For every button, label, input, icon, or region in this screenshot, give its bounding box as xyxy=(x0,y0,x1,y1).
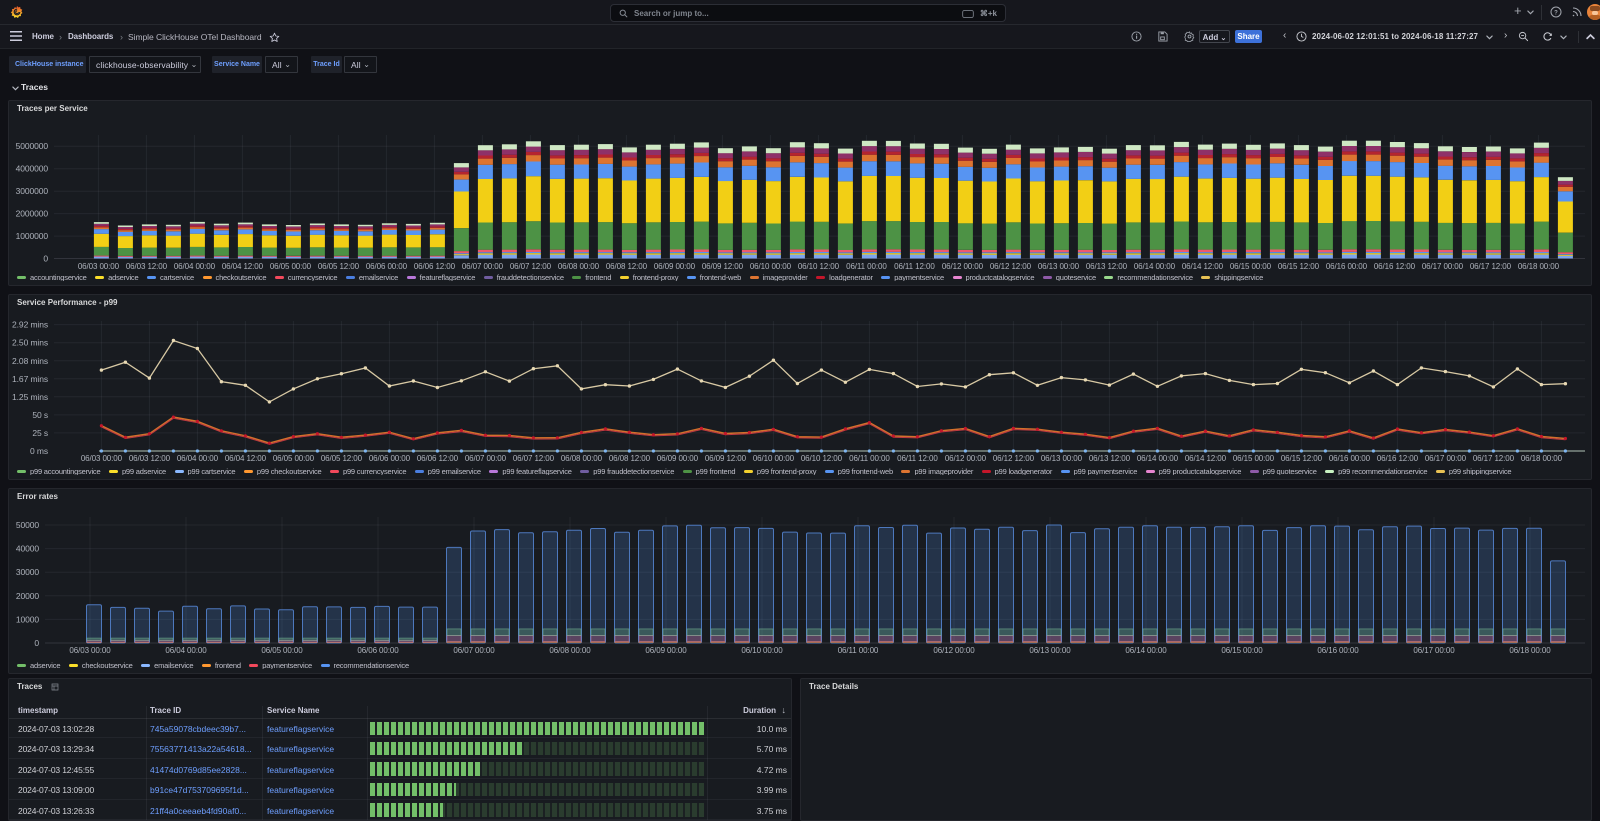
svg-text:06/10 00:00: 06/10 00:00 xyxy=(753,454,795,463)
svg-text:?: ? xyxy=(1554,10,1558,16)
svg-text:06/03 00:00: 06/03 00:00 xyxy=(69,646,111,655)
svg-text:06/12 00:00: 06/12 00:00 xyxy=(942,262,984,271)
svg-text:06/11 00:00: 06/11 00:00 xyxy=(846,262,887,271)
svg-text:06/03 12:00: 06/03 12:00 xyxy=(126,262,168,271)
svg-text:25 s: 25 s xyxy=(32,428,48,438)
svg-text:06/06 00:00: 06/06 00:00 xyxy=(366,262,408,271)
svg-text:2.50 mins: 2.50 mins xyxy=(12,338,48,348)
svg-text:0: 0 xyxy=(34,638,39,648)
svg-text:06/08 00:00: 06/08 00:00 xyxy=(561,454,603,463)
svg-text:06/04 12:00: 06/04 12:00 xyxy=(225,454,267,463)
svg-text:3000000: 3000000 xyxy=(16,186,49,196)
svg-text:30000: 30000 xyxy=(16,567,40,577)
svg-text:06/12 00:00: 06/12 00:00 xyxy=(945,454,987,463)
svg-text:10000: 10000 xyxy=(16,614,40,624)
svg-text:06/18 00:00: 06/18 00:00 xyxy=(1518,262,1560,271)
svg-text:06/04 00:00: 06/04 00:00 xyxy=(177,454,219,463)
svg-text:1.67 mins: 1.67 mins xyxy=(12,374,48,384)
svg-text:06/12 12:00: 06/12 12:00 xyxy=(993,454,1035,463)
svg-text:06/15 12:00: 06/15 12:00 xyxy=(1278,262,1320,271)
svg-text:06/08 12:00: 06/08 12:00 xyxy=(609,454,651,463)
svg-text:06/05 12:00: 06/05 12:00 xyxy=(321,454,363,463)
svg-text:06/17 00:00: 06/17 00:00 xyxy=(1413,646,1455,655)
svg-text:06/18 00:00: 06/18 00:00 xyxy=(1521,454,1563,463)
svg-text:06/03 00:00: 06/03 00:00 xyxy=(81,454,123,463)
svg-text:06/17 12:00: 06/17 12:00 xyxy=(1473,454,1515,463)
svg-text:06/04 12:00: 06/04 12:00 xyxy=(222,262,264,271)
svg-text:2000000: 2000000 xyxy=(16,209,49,219)
svg-text:06/16 00:00: 06/16 00:00 xyxy=(1329,454,1371,463)
svg-text:06/08 12:00: 06/08 12:00 xyxy=(606,262,648,271)
svg-text:06/17 00:00: 06/17 00:00 xyxy=(1422,262,1464,271)
svg-text:06/10 12:00: 06/10 12:00 xyxy=(798,262,840,271)
svg-text:06/05 00:00: 06/05 00:00 xyxy=(261,646,303,655)
svg-text:06/10 00:00: 06/10 00:00 xyxy=(750,262,792,271)
svg-text:40000: 40000 xyxy=(16,544,40,554)
svg-text:06/13 12:00: 06/13 12:00 xyxy=(1089,454,1131,463)
svg-text:06/06 12:00: 06/06 12:00 xyxy=(417,454,459,463)
svg-text:06/09 00:00: 06/09 00:00 xyxy=(654,262,696,271)
svg-text:06/16 00:00: 06/16 00:00 xyxy=(1326,262,1368,271)
svg-text:06/14 00:00: 06/14 00:00 xyxy=(1134,262,1176,271)
svg-text:20000: 20000 xyxy=(16,591,40,601)
svg-text:0 ms: 0 ms xyxy=(30,446,48,456)
svg-text:06/07 00:00: 06/07 00:00 xyxy=(462,262,504,271)
svg-text:06/14 12:00: 06/14 12:00 xyxy=(1185,454,1227,463)
svg-text:06/06 12:00: 06/06 12:00 xyxy=(414,262,456,271)
svg-text:06/04 00:00: 06/04 00:00 xyxy=(165,646,207,655)
svg-text:06/17 12:00: 06/17 12:00 xyxy=(1470,262,1512,271)
svg-text:06/08 00:00: 06/08 00:00 xyxy=(549,646,591,655)
svg-text:06/11 12:00: 06/11 12:00 xyxy=(894,262,935,271)
svg-text:06/03 12:00: 06/03 12:00 xyxy=(129,454,171,463)
svg-text:06/07 12:00: 06/07 12:00 xyxy=(510,262,552,271)
svg-text:06/07 12:00: 06/07 12:00 xyxy=(513,454,555,463)
svg-text:06/18 00:00: 06/18 00:00 xyxy=(1509,646,1551,655)
svg-text:06/16 12:00: 06/16 12:00 xyxy=(1377,454,1419,463)
svg-text:06/09 12:00: 06/09 12:00 xyxy=(705,454,747,463)
svg-text:06/14 00:00: 06/14 00:00 xyxy=(1137,454,1179,463)
svg-text:06/14 12:00: 06/14 12:00 xyxy=(1182,262,1224,271)
svg-text:06/08 00:00: 06/08 00:00 xyxy=(558,262,600,271)
svg-text:50000: 50000 xyxy=(16,520,40,530)
svg-text:06/15 12:00: 06/15 12:00 xyxy=(1281,454,1323,463)
svg-text:06/13 12:00: 06/13 12:00 xyxy=(1086,262,1128,271)
svg-text:06/03 00:00: 06/03 00:00 xyxy=(78,262,120,271)
svg-text:06/05 00:00: 06/05 00:00 xyxy=(273,454,315,463)
svg-text:06/12 12:00: 06/12 12:00 xyxy=(990,262,1032,271)
svg-text:06/16 00:00: 06/16 00:00 xyxy=(1317,646,1359,655)
svg-text:2.92 mins: 2.92 mins xyxy=(12,320,48,330)
svg-text:06/05 00:00: 06/05 00:00 xyxy=(270,262,312,271)
svg-text:06/11 12:00: 06/11 12:00 xyxy=(897,454,938,463)
svg-text:06/13 00:00: 06/13 00:00 xyxy=(1041,454,1083,463)
svg-text:06/15 00:00: 06/15 00:00 xyxy=(1233,454,1275,463)
svg-text:06/06 00:00: 06/06 00:00 xyxy=(357,646,399,655)
svg-text:50 s: 50 s xyxy=(32,410,48,420)
svg-text:06/13 00:00: 06/13 00:00 xyxy=(1029,646,1071,655)
svg-text:06/07 00:00: 06/07 00:00 xyxy=(453,646,495,655)
svg-text:06/04 00:00: 06/04 00:00 xyxy=(174,262,216,271)
svg-text:06/05 12:00: 06/05 12:00 xyxy=(318,262,360,271)
svg-text:06/09 00:00: 06/09 00:00 xyxy=(657,454,699,463)
svg-text:06/09 12:00: 06/09 12:00 xyxy=(702,262,744,271)
svg-text:06/17 00:00: 06/17 00:00 xyxy=(1425,454,1467,463)
svg-text:1000000: 1000000 xyxy=(16,231,49,241)
svg-text:06/13 00:00: 06/13 00:00 xyxy=(1038,262,1080,271)
svg-text:4000000: 4000000 xyxy=(16,164,49,174)
svg-text:06/11 00:00: 06/11 00:00 xyxy=(849,454,890,463)
svg-text:0: 0 xyxy=(43,254,48,264)
svg-text:06/11 00:00: 06/11 00:00 xyxy=(838,646,879,655)
svg-text:06/07 00:00: 06/07 00:00 xyxy=(465,454,507,463)
svg-text:06/12 00:00: 06/12 00:00 xyxy=(933,646,975,655)
svg-text:06/14 00:00: 06/14 00:00 xyxy=(1125,646,1167,655)
svg-text:5000000: 5000000 xyxy=(16,141,49,151)
svg-text:06/15 00:00: 06/15 00:00 xyxy=(1221,646,1263,655)
svg-text:06/06 00:00: 06/06 00:00 xyxy=(369,454,411,463)
svg-text:2.08 mins: 2.08 mins xyxy=(12,356,48,366)
svg-text:1.25 mins: 1.25 mins xyxy=(12,392,48,402)
svg-text:06/10 00:00: 06/10 00:00 xyxy=(741,646,783,655)
svg-text:06/16 12:00: 06/16 12:00 xyxy=(1374,262,1416,271)
svg-text:06/09 00:00: 06/09 00:00 xyxy=(645,646,687,655)
svg-text:06/10 12:00: 06/10 12:00 xyxy=(801,454,843,463)
svg-text:06/15 00:00: 06/15 00:00 xyxy=(1230,262,1272,271)
